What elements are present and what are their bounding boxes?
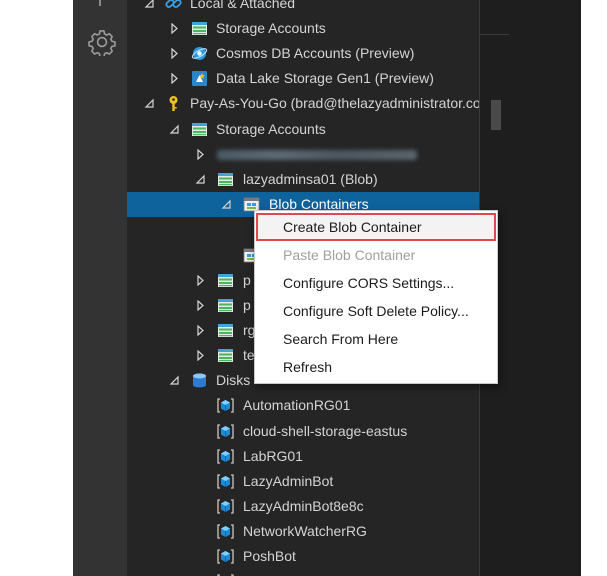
tab-underline — [479, 34, 509, 35]
menu-item-refresh[interactable]: Refresh — [255, 353, 497, 381]
tree-node-disk-resource-group[interactable]: LazyAdminBot — [127, 469, 479, 494]
menu-item-configure-soft-delete[interactable]: Configure Soft Delete Policy... — [255, 297, 497, 325]
tree-node-label: Cosmos DB Accounts (Preview) — [216, 45, 415, 61]
tree-node-lazyadminsa01[interactable]: lazyadminsa01 (Blob) — [127, 167, 479, 192]
resource-group-icon — [217, 498, 234, 515]
tree-node-label: LabRG01 — [243, 448, 303, 464]
tree-node-label: PoshBot — [243, 548, 296, 564]
storage-account-icon — [217, 272, 234, 289]
storage-account-icon — [191, 121, 208, 138]
expanded-arrow-icon[interactable] — [144, 98, 155, 109]
expanded-arrow-icon[interactable] — [221, 199, 232, 210]
collapsed-arrow-icon[interactable] — [169, 48, 180, 59]
resource-group-icon — [217, 548, 234, 565]
collapsed-arrow-icon[interactable] — [195, 149, 206, 160]
tree-node-disk-resource-group[interactable]: NetworkWatcherRG — [127, 519, 479, 544]
tree-node-data-lake[interactable]: Data Lake Storage Gen1 (Preview) — [127, 66, 479, 91]
storage-account-icon — [217, 322, 234, 339]
tree-node-disk-resource-group[interactable]: cloud-shell-storage-eastus — [127, 419, 479, 444]
resource-group-icon — [217, 473, 234, 490]
tree-node-label: te — [243, 347, 255, 363]
tree-node-disk-resource-group[interactable]: AutomationRG01 — [127, 393, 479, 418]
collapsed-arrow-icon[interactable] — [195, 275, 206, 286]
collapsed-arrow-icon[interactable] — [195, 350, 206, 361]
tree-node-disk-resource-group[interactable] — [127, 569, 479, 576]
tree-node-label: Disks — [216, 372, 251, 388]
menu-item-create-blob-container[interactable]: Create Blob Container — [256, 213, 496, 241]
tree-node-label: Pay-As-You-Go (brad@thelazyadministrator… — [190, 95, 479, 111]
storage-account-icon — [217, 297, 234, 314]
tree-node-label: Local & Attached — [190, 0, 296, 11]
cosmos-db-icon — [191, 45, 208, 62]
tree-node-label: AutomationRG01 — [243, 397, 351, 413]
tree-node-label: Data Lake Storage Gen1 (Preview) — [216, 70, 434, 86]
gear-icon[interactable] — [88, 28, 116, 56]
link-icon — [165, 0, 182, 12]
tree-node-label: p — [243, 297, 251, 313]
disks-icon — [191, 372, 208, 389]
collapsed-arrow-icon[interactable] — [169, 23, 180, 34]
tree-node-label: lazyadminsa01 (Blob) — [243, 171, 378, 187]
menu-item-paste-blob-container: Paste Blob Container — [283, 247, 416, 263]
storage-account-icon — [191, 20, 208, 37]
scrollbar-thumb[interactable] — [491, 100, 501, 130]
tree-node-disk-resource-group[interactable]: PoshBot — [127, 544, 479, 569]
tree-node-subscription[interactable]: Pay-As-You-Go (brad@thelazyadministrator… — [127, 91, 479, 116]
tree-node-cosmos-db[interactable]: Cosmos DB Accounts (Preview) — [127, 41, 479, 66]
expanded-arrow-icon[interactable] — [195, 174, 206, 185]
resource-group-icon — [217, 423, 234, 440]
context-menu: Create Blob Container Paste Blob Contain… — [254, 210, 498, 384]
collapsed-arrow-icon[interactable] — [169, 73, 180, 84]
tree-node-label: cloud-shell-storage-eastus — [243, 423, 408, 439]
tree-node-local-storage-accounts[interactable]: Storage Accounts — [127, 16, 479, 41]
expanded-arrow-icon[interactable] — [169, 375, 180, 386]
resource-group-icon — [217, 523, 234, 540]
tree-node-label: Storage Accounts — [216, 121, 326, 137]
tree-node-label: Storage Accounts — [216, 20, 326, 36]
menu-item-configure-cors[interactable]: Configure CORS Settings... — [255, 269, 497, 297]
menu-item-search-from-here[interactable]: Search From Here — [255, 325, 497, 353]
resource-group-icon — [217, 397, 234, 414]
tree-node-disk-resource-group[interactable]: LabRG01 — [127, 444, 479, 469]
expanded-arrow-icon[interactable] — [144, 0, 155, 9]
tree-node-redacted-account[interactable] — [127, 142, 479, 167]
tree-node-label: NetworkWatcherRG — [243, 523, 367, 539]
tree-node-local-attached[interactable]: Local & Attached — [127, 0, 479, 16]
tree-node-storage-accounts[interactable]: Storage Accounts — [127, 117, 479, 142]
storage-account-icon — [217, 347, 234, 364]
collapsed-arrow-icon[interactable] — [195, 325, 206, 336]
tree-node-label: LazyAdminBot — [243, 473, 334, 489]
data-lake-icon — [191, 70, 208, 87]
tree-node-disk-resource-group[interactable]: LazyAdminBot8e8c — [127, 494, 479, 519]
activity-bar — [73, 0, 127, 576]
redacted-name — [217, 150, 417, 160]
expanded-arrow-icon[interactable] — [169, 124, 180, 135]
tree-node-label: LazyAdminBot8e8c — [243, 498, 364, 514]
tree-node-label: p — [243, 272, 251, 288]
activity-bar-indicator — [99, 0, 101, 6]
storage-account-icon — [217, 171, 234, 188]
collapsed-arrow-icon[interactable] — [195, 300, 206, 311]
key-icon — [165, 95, 182, 112]
resource-group-icon — [217, 448, 234, 465]
